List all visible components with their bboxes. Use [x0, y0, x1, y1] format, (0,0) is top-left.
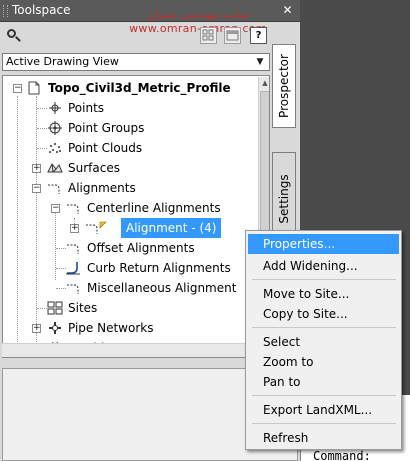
alignment-icon [85, 221, 107, 235]
tree-item-sites[interactable]: Sites [3, 298, 253, 318]
expand-toggle[interactable]: + [70, 224, 79, 233]
collapse-toggle[interactable]: − [13, 84, 22, 93]
grid-icon[interactable] [200, 27, 217, 44]
tree-item-point-groups[interactable]: Point Groups [3, 118, 253, 138]
watermark-text: سایت مهندسی عمران [147, 8, 249, 21]
view-dropdown[interactable]: Active Drawing View ▼ [2, 53, 270, 71]
menu-item-add-widening[interactable]: Add Widening... [248, 256, 399, 276]
tab-prospector-label: Prospector [277, 54, 291, 118]
alignments-icon [47, 181, 63, 195]
tree-item-centerline-alignments[interactable]: − Centerline Alignments [3, 198, 253, 218]
misc-alignments-icon [66, 281, 82, 295]
tree-item-points[interactable]: Points [3, 98, 253, 118]
collapse-toggle[interactable]: − [32, 184, 41, 193]
tree-item-pipe-networks[interactable]: + Pipe Networks [3, 318, 253, 338]
point-clouds-icon [47, 141, 63, 155]
tree-item-curb-return-alignments[interactable]: Curb Return Alignments [3, 258, 253, 278]
menu-separator [252, 423, 396, 424]
menu-item-refresh[interactable]: Refresh [248, 428, 399, 448]
menu-item-select[interactable]: Select [248, 332, 399, 352]
expand-toggle[interactable]: + [32, 324, 41, 333]
grip-handle[interactable] [3, 5, 8, 17]
points-icon [47, 101, 63, 115]
tree-root-label: Topo_Civil3d_Metric_Profile [48, 81, 231, 95]
panel-toggle-icon[interactable] [224, 27, 241, 44]
tab-settings-label: Settings [277, 174, 291, 224]
tree-horizontal-scrollbar[interactable] [2, 343, 270, 357]
collapse-toggle[interactable]: − [51, 204, 60, 213]
tree-item-surfaces[interactable]: + Surfaces [3, 158, 253, 178]
drawing-icon [27, 81, 43, 95]
menu-separator [252, 279, 396, 280]
tree-item-alignment-4[interactable]: + Alignment - (4) [3, 218, 253, 238]
menu-item-zoom-to[interactable]: Zoom to [248, 352, 399, 372]
tree-root[interactable]: − Topo_Civil3d_Metric_Profile [3, 78, 253, 98]
offset-alignments-icon [66, 241, 82, 255]
curb-return-icon [66, 261, 82, 275]
sites-icon [47, 301, 63, 315]
point-groups-icon [47, 121, 63, 135]
help-button[interactable]: ? [250, 27, 267, 44]
centerline-alignments-icon [66, 201, 82, 215]
close-icon[interactable]: ✕ [281, 4, 294, 17]
tree-item-miscellaneous-alignments[interactable]: Miscellaneous Alignment [3, 278, 253, 298]
menu-item-export-landxml[interactable]: Export LandXML... [248, 400, 399, 420]
menu-item-move-to-site[interactable]: Move to Site... [248, 284, 399, 304]
surfaces-icon [47, 161, 63, 175]
prospector-tree: − Topo_Civil3d_Metric_Profile Points Poi… [2, 75, 270, 358]
tab-prospector[interactable]: Prospector [272, 44, 296, 128]
context-menu: Properties... Add Widening... Move to Si… [245, 230, 402, 450]
expand-toggle[interactable]: + [32, 164, 41, 173]
view-dropdown-value: Active Drawing View [6, 55, 119, 68]
menu-item-properties[interactable]: Properties... [248, 234, 399, 254]
menu-item-pan-to[interactable]: Pan to [248, 372, 399, 392]
menu-item-copy-to-site[interactable]: Copy to Site... [248, 304, 399, 324]
chevron-down-icon[interactable]: ▼ [253, 55, 267, 69]
tree-item-point-clouds[interactable]: Point Clouds [3, 138, 253, 158]
menu-separator [252, 327, 396, 328]
palette-title: Toolspace [12, 3, 71, 17]
scroll-up-icon[interactable]: ▲ [259, 77, 269, 90]
tree-item-alignments[interactable]: − Alignments [3, 178, 253, 198]
pipe-networks-icon [47, 321, 63, 335]
search-icon[interactable] [6, 28, 22, 44]
toolbar: ? [0, 22, 272, 48]
command-prompt: Command: [313, 449, 371, 461]
menu-separator [252, 395, 396, 396]
tree-item-offset-alignments[interactable]: Offset Alignments [3, 238, 253, 258]
